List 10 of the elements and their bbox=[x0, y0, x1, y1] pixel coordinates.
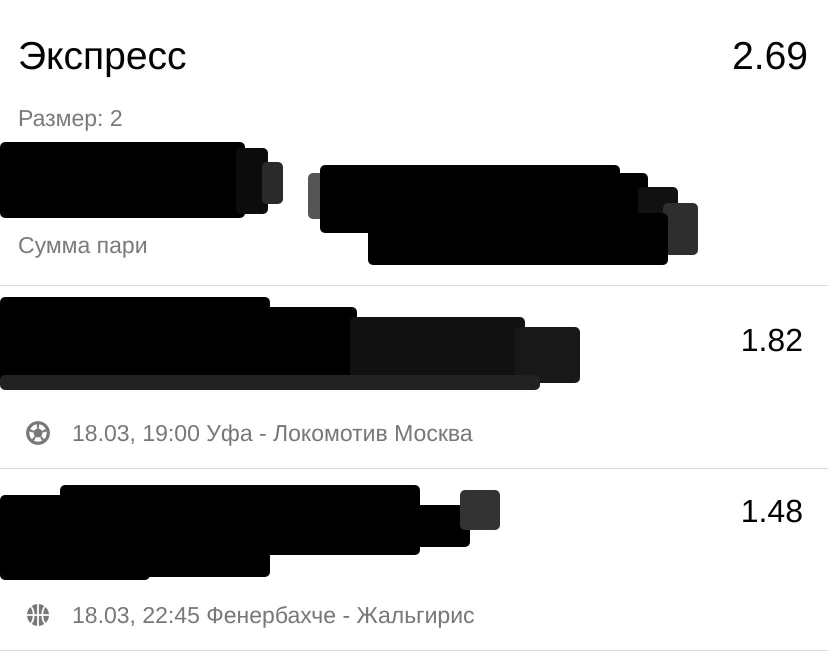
basketball-icon bbox=[26, 603, 50, 627]
soccer-ball-icon bbox=[26, 421, 50, 445]
size-label: Размер: 2 bbox=[18, 104, 123, 132]
event-info: 18.03, 19:00 Уфа - Локомотив Москва bbox=[72, 419, 473, 447]
total-odds: 2.69 bbox=[732, 34, 808, 80]
event-info: 18.03, 22:45 Фенербахче - Жальгирис bbox=[72, 601, 475, 629]
stake-label: Сумма пари bbox=[18, 231, 148, 259]
bet-odds: 1.82 bbox=[740, 321, 803, 359]
bet-odds: 1.48 bbox=[740, 492, 803, 530]
bet-type-title: Экспресс bbox=[18, 34, 187, 80]
